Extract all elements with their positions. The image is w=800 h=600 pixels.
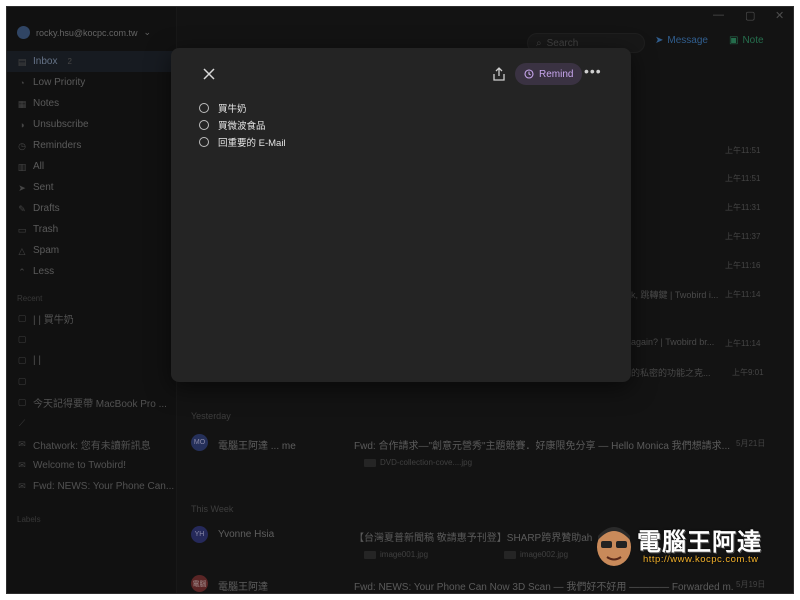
todo-text[interactable]: 回重要的 E-Mail bbox=[218, 135, 286, 149]
app-window: rocky.hsu@kocpc.com.tw ⌄ ▤ Inbox 2 ◔ Low Pr… bbox=[6, 6, 794, 594]
close-icon bbox=[203, 68, 215, 80]
todo-item: 買牛奶 bbox=[199, 99, 286, 116]
todo-text[interactable]: 買微波食品 bbox=[218, 118, 266, 132]
watermark-brand: 電腦王阿達 bbox=[637, 529, 762, 556]
mascot-logo-icon bbox=[597, 527, 631, 566]
todo-checkbox[interactable] bbox=[199, 136, 209, 147]
share-button[interactable] bbox=[491, 66, 507, 82]
todo-text[interactable]: 買牛奶 bbox=[218, 101, 247, 115]
todo-item: 回重要的 E-Mail bbox=[199, 133, 286, 150]
todo-checkbox[interactable] bbox=[199, 119, 209, 130]
note-editor-modal: Remind ••• 買牛奶 買微波食品 回重要的 E-Mail bbox=[171, 48, 631, 382]
todo-list: 買牛奶 買微波食品 回重要的 E-Mail bbox=[199, 99, 286, 150]
remind-button[interactable]: Remind bbox=[515, 63, 583, 85]
watermark-url: http://www.kocpc.com.tw bbox=[643, 554, 759, 565]
close-button[interactable] bbox=[201, 66, 217, 82]
todo-checkbox[interactable] bbox=[199, 102, 209, 113]
more-icon: ••• bbox=[584, 63, 602, 79]
clock-icon bbox=[524, 69, 534, 79]
more-options-button[interactable]: ••• bbox=[584, 63, 602, 81]
todo-item: 買微波食品 bbox=[199, 116, 286, 133]
watermark: 電腦王阿達 http://www.kocpc.com.tw bbox=[593, 516, 793, 578]
share-icon bbox=[493, 67, 505, 81]
remind-label: Remind bbox=[539, 68, 574, 80]
